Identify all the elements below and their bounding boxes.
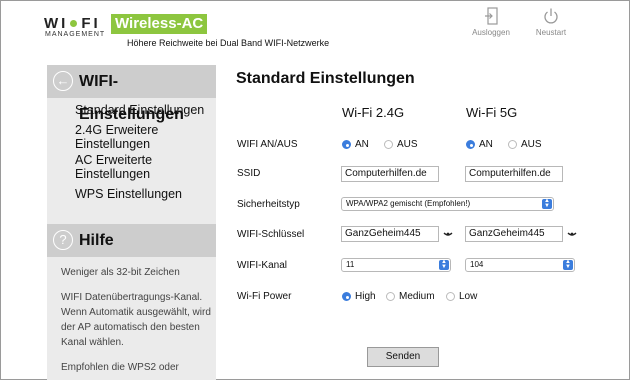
restart-button[interactable]: Neustart: [523, 7, 579, 37]
sidebar-item-ac-advanced[interactable]: AC Erweiterte Einstellungen: [75, 153, 215, 181]
logout-icon: [485, 7, 498, 25]
radio-label: High: [355, 291, 376, 302]
radio-label: AN: [355, 139, 369, 150]
select-value: 11: [346, 260, 355, 269]
radio-label: AUS: [397, 139, 418, 150]
logo-text-b: FI: [81, 15, 101, 32]
select-value: 104: [470, 260, 484, 269]
wifi-24g-off-radio[interactable]: AUS: [384, 139, 418, 150]
show-password-icon[interactable]: [567, 230, 577, 238]
help-header: ? Hilfe: [47, 224, 216, 257]
tagline: Höhere Reichweite bei Dual Band WIFI-Net…: [127, 38, 330, 48]
channel-5g-select[interactable]: 104 ▲ ▼: [465, 258, 575, 272]
logo-dot-icon: [70, 19, 78, 27]
sidebar-section-title: WIFI-Einstellungen: [79, 73, 184, 123]
logout-label: Ausloggen: [472, 28, 510, 37]
radio-dot: [466, 140, 475, 149]
logo: WI FI: [44, 15, 101, 32]
back-arrow-icon[interactable]: ←: [53, 71, 73, 91]
power-icon: [544, 8, 558, 24]
sidebar-item-24g-advanced[interactable]: 2.4G Erweitere Einstellungen: [75, 123, 215, 151]
radio-label: Low: [459, 291, 478, 302]
channel-24g-select[interactable]: 11 ▲ ▼: [341, 258, 451, 272]
select-value: WPA/WPA2 gemischt (Empfohlen!): [346, 199, 471, 208]
show-password-icon[interactable]: [443, 230, 453, 238]
help-text: Weniger als 32-bit Zeichen: [61, 267, 180, 278]
wifi-5g-off-radio[interactable]: AUS: [508, 139, 542, 150]
radio-label: AUS: [521, 139, 542, 150]
send-button[interactable]: Senden: [367, 347, 439, 367]
help-title: Hilfe: [79, 232, 114, 249]
power-medium-radio[interactable]: Medium: [386, 291, 435, 302]
sidebar-item-wps[interactable]: WPS Einstellungen: [75, 187, 215, 201]
security-type-select[interactable]: WPA/WPA2 gemischt (Empfohlen!) ▲ ▼: [341, 197, 554, 211]
help-text: Empfohlen die WPS2 oder: [61, 362, 179, 373]
logo-subtitle: MANAGEMENT: [45, 31, 106, 38]
ssid-24g-input[interactable]: Computerhilfen.de: [341, 166, 439, 182]
logo-text-a: WI: [44, 15, 69, 32]
page-title: Standard Einstellungen: [236, 70, 415, 87]
radio-dot: [446, 292, 455, 301]
logout-button[interactable]: Ausloggen: [463, 7, 519, 37]
radio-dot: [386, 292, 395, 301]
radio-dot: [342, 292, 351, 301]
help-icon: ?: [53, 230, 73, 250]
wifi-24g-on-radio[interactable]: AN: [342, 139, 369, 150]
select-arrows-icon: ▲ ▼: [542, 198, 552, 209]
wifi-onoff-label: WIFI AN/AUS: [237, 139, 298, 150]
power-label: Wi-Fi Power: [237, 291, 292, 302]
sidebar-item-standard[interactable]: Standard Einstellungen: [75, 103, 215, 117]
ssid-5g-input[interactable]: Computerhilfen.de: [465, 166, 563, 182]
sidebar-section-header: ← WIFI-Einstellungen: [47, 65, 216, 123]
help-text: WIFI Datenübertragungs-Kanal. Wenn Autom…: [61, 292, 211, 348]
restart-label: Neustart: [535, 28, 567, 37]
power-low-radio[interactable]: Low: [446, 291, 477, 302]
ssid-label: SSID: [237, 168, 261, 179]
select-arrows-icon: ▲ ▼: [563, 259, 573, 270]
sidebar: ← WIFI-Einstellungen Standard Einstellun…: [47, 65, 216, 380]
radio-label: AN: [479, 139, 493, 150]
radio-label: Medium: [399, 291, 435, 302]
radio-dot: [384, 140, 393, 149]
wifi-5g-on-radio[interactable]: AN: [466, 139, 493, 150]
key-24g-input[interactable]: GanzGeheim445: [341, 226, 439, 242]
select-arrows-icon: ▲ ▼: [439, 259, 449, 270]
brand-badge: Wireless-AC: [111, 14, 208, 34]
radio-dot: [342, 140, 351, 149]
column-header-5g: Wi-Fi 5G: [466, 105, 518, 120]
column-header-24g: Wi-Fi 2.4G: [342, 105, 405, 120]
radio-dot: [508, 140, 517, 149]
security-label: Sicherheitstyp: [237, 199, 300, 210]
key-5g-input[interactable]: GanzGeheim445: [465, 226, 563, 242]
power-high-radio[interactable]: High: [342, 291, 376, 302]
key-label: WIFI-Schlüssel: [237, 229, 305, 240]
channel-label: WIFI-Kanal: [237, 260, 288, 271]
